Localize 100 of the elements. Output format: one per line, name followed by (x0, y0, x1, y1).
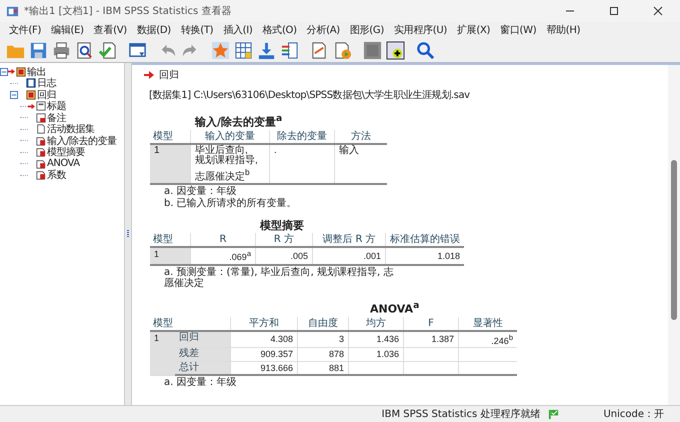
square-icon[interactable] (363, 40, 382, 60)
dataset-path: [数据集1] C:\Users\63106\Desktop\SPSS数据包\大学生职业生涯规划.sav (149, 90, 471, 102)
status-text: IBM SPSS Statistics 处理程序就绪 (382, 408, 540, 421)
tree-item[interactable]: 模型摘要 (47, 145, 85, 160)
tree-item[interactable]: 系数 (47, 168, 66, 182)
table-icon (36, 136, 46, 146)
dialog-icon[interactable] (128, 40, 147, 60)
close-icon[interactable] (653, 6, 663, 16)
column-header: 平方和 (230, 316, 298, 331)
menu-item[interactable]: 图形(G) (344, 23, 389, 37)
document-play-icon[interactable] (333, 40, 352, 60)
table-title: ANOVA$^{a}$ (370, 298, 420, 316)
table-title: 模型摘要 (260, 219, 304, 232)
collapse-icon[interactable] (0, 68, 8, 76)
app-icon (6, 4, 19, 18)
table-cell: 878 (298, 348, 348, 362)
tree-item[interactable]: 活动数据集 (47, 122, 94, 136)
menu-item[interactable]: 文件(F) (4, 23, 46, 37)
tree-item[interactable]: 回归 (37, 88, 56, 102)
table-cell: 1.387 (404, 330, 458, 348)
column-header: 除去的变量 (270, 130, 334, 144)
tree-item[interactable]: 输出 (27, 64, 46, 79)
table-cell: 1.436 (348, 330, 404, 348)
tree-item[interactable]: 日志 (37, 76, 56, 90)
column-header: 显著性 (458, 316, 517, 331)
menu-item[interactable]: 分析(A) (302, 23, 345, 37)
table-icon (36, 170, 46, 180)
column-header: F (404, 316, 458, 331)
table-cell: 1 (150, 144, 190, 184)
window-title: *输出1 [文档1] - IBM SPSS Statistics 查看器 (24, 4, 232, 18)
download-icon[interactable] (257, 40, 276, 60)
column-header: 输入的变量 (190, 130, 270, 144)
table-cell: .069$^{a}$ (190, 247, 256, 265)
note-icon (36, 112, 46, 123)
table-cell: 4.308 (230, 330, 298, 348)
column-header: 方法 (334, 130, 387, 144)
grid-icon[interactable] (234, 40, 253, 60)
flag-icon (548, 408, 560, 420)
table-cell: .001 (312, 247, 386, 265)
scrollbar-thumb[interactable] (671, 160, 677, 320)
table-cell: 1 (150, 330, 176, 376)
menu-item[interactable]: 转换(T) (176, 23, 218, 37)
menu-item[interactable]: 窗口(W) (495, 23, 542, 37)
column-header: 标准估算的错误 (386, 233, 464, 248)
table-cell: 881 (298, 361, 348, 376)
status-text: Unicode：开 (603, 408, 664, 421)
column-header: 均方 (348, 316, 404, 331)
page-icon (36, 124, 46, 134)
tree-item[interactable]: ANOVA (47, 158, 80, 170)
menu-item[interactable]: 查看(V) (88, 23, 132, 37)
tree-item[interactable]: 输入/除去的变量 (47, 134, 116, 148)
menu-item[interactable]: 格式(O) (258, 23, 302, 37)
list-icon[interactable] (280, 40, 299, 60)
table-cell: 输入 (334, 144, 387, 184)
footnote: a. 因变量：年级 (164, 377, 238, 388)
arrow-icon (144, 71, 154, 79)
log-icon (26, 78, 36, 88)
table-cell: 总计 (175, 361, 230, 376)
table-icon (36, 147, 46, 158)
table-icon (36, 158, 46, 169)
add-icon[interactable] (386, 40, 405, 60)
table-cell: 残差 (175, 348, 230, 362)
column-header: R 方 (256, 233, 312, 248)
book-icon (26, 90, 36, 100)
table-cell: 913.666 (230, 361, 298, 376)
table-cell: 1 (150, 247, 190, 265)
section-heading: 回归 (159, 68, 179, 82)
tree-item[interactable]: 备注 (47, 110, 66, 125)
print-preview-icon[interactable] (75, 40, 94, 60)
menu-item[interactable]: 数据(D) (132, 23, 176, 37)
splitter-handle[interactable] (127, 230, 129, 238)
collapse-icon[interactable] (10, 90, 18, 99)
table-cell: .005 (256, 247, 312, 265)
table-cell: . (270, 144, 334, 184)
star-icon[interactable] (211, 40, 230, 60)
menu-item[interactable]: 扩展(X) (452, 23, 496, 37)
column-header: 调整后 R 方 (312, 233, 386, 248)
table-cell: .246$^{b}$ (458, 330, 517, 348)
menu-item[interactable]: 插入(I) (218, 23, 258, 37)
table-cell: 毕业后查向, 规划课程指导, 志愿催决定$^{b}$ (190, 144, 270, 184)
table-cell: 1.018 (386, 247, 464, 265)
maximize-icon[interactable] (609, 6, 619, 16)
column-header: 模型 (150, 316, 230, 331)
export-icon[interactable] (98, 40, 117, 60)
menu-item[interactable]: 帮助(H) (541, 23, 586, 37)
column-header: 自由度 (298, 316, 348, 331)
search-icon[interactable] (416, 40, 435, 60)
footnote: a. 因变量：年级 (164, 186, 238, 198)
table-cell: 909.357 (230, 348, 298, 362)
footnote: a. 预测变量：(常量), 毕业后查向, 规划课程指导, 志愿催决定 (164, 266, 394, 289)
column-header: 模型 (150, 233, 190, 248)
table-cell: 1.036 (348, 348, 404, 362)
table-cell: 3 (298, 330, 348, 348)
menu-item[interactable]: 实用程序(U) (388, 23, 452, 37)
tree-item[interactable]: 标题 (47, 99, 66, 114)
footnote: b. 已输入所请求的所有变量。 (164, 198, 298, 210)
printer-icon[interactable] (52, 40, 71, 60)
menu-item[interactable]: 编辑(E) (46, 23, 89, 37)
save-icon[interactable] (29, 40, 48, 60)
table-title: 输入/除去的变量$^{a}$ (195, 112, 282, 129)
